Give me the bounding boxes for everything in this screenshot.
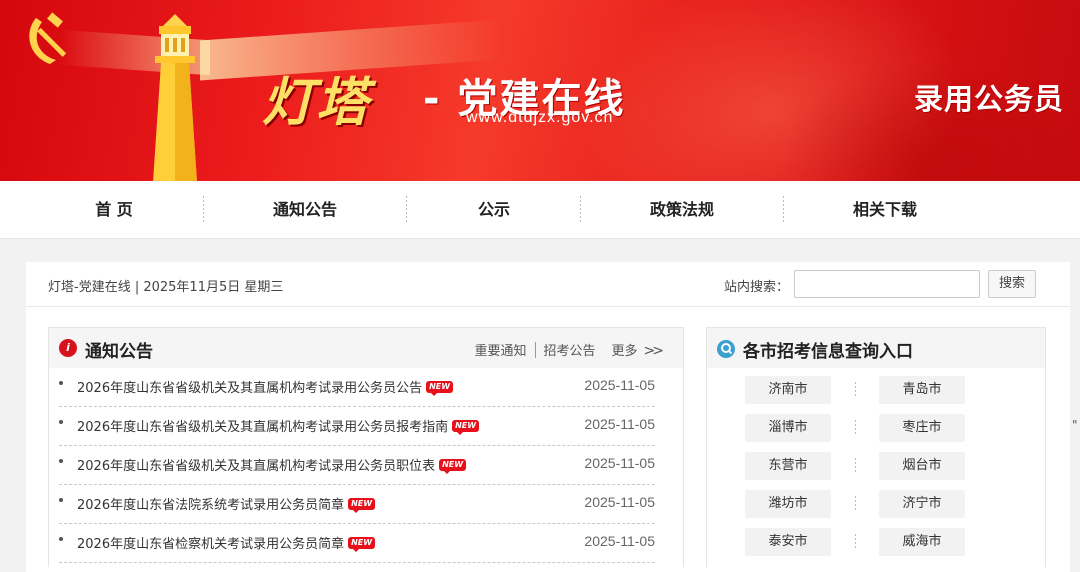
- bullet-icon: [59, 420, 63, 424]
- city-portal-title: 各市招考信息查询入口: [743, 342, 913, 362]
- city-grid: 济南市 青岛市 淄博市 枣庄市 东营市 烟台市 潍坊市 济宁市 泰安市 威海市: [707, 368, 1045, 558]
- list-item[interactable]: 2026年度山东省省级机关及其直属机构考试录用公务员公告 NEW 2025-11-…: [59, 368, 655, 407]
- main-nav: 首 页 通知公告 公示 政策法规 相关下载: [0, 181, 1080, 239]
- item-date: 2025-11-05: [584, 455, 655, 471]
- notice-title: 通知公告: [85, 342, 153, 362]
- item-date: 2025-11-05: [584, 533, 655, 549]
- more-link[interactable]: 更多 >>: [612, 340, 665, 359]
- item-title: 2026年度山东省检察机关考试录用公务员简章 NEW: [77, 533, 376, 552]
- info-bar: 灯塔-党建在线 | 2025年11月5日 星期三 站内搜索： 搜索: [26, 262, 1070, 307]
- new-badge: NEW: [348, 498, 376, 513]
- notice-icon: i: [59, 339, 77, 357]
- new-badge: NEW: [426, 381, 454, 396]
- city-divider: [855, 458, 856, 474]
- city-button-yantai[interactable]: 烟台市: [879, 452, 965, 480]
- city-button-dongying[interactable]: 东营市: [745, 452, 831, 480]
- section-title: 录用公务员: [913, 82, 1064, 116]
- item-title: 2026年度山东省法院系统考试录用公务员简章 NEW: [77, 494, 376, 513]
- nav-divider: [580, 196, 581, 224]
- city-divider: [855, 496, 856, 512]
- city-divider: [855, 534, 856, 550]
- site-url: www.dtdjzx.gov.cn: [466, 109, 614, 126]
- item-date: 2025-11-05: [584, 494, 655, 510]
- content-panel: 灯塔-党建在线 | 2025年11月5日 星期三 站内搜索： 搜索 i 通知公告…: [26, 262, 1070, 572]
- nav-publicity[interactable]: 公示: [408, 181, 580, 239]
- item-title: 2026年度山东省省级机关及其直属机构考试录用公务员报考指南 NEW: [77, 416, 480, 435]
- nav-divider: [783, 196, 784, 224]
- edge-glyph: ": [1072, 418, 1078, 432]
- item-title: 2026年度山东省省级机关及其直属机构考试录用公务员职位表 NEW: [77, 455, 467, 474]
- notice-box: i 通知公告 重要通知 招考公告 更多 >> 2026年度山东省省级机关及其直属机…: [48, 327, 684, 567]
- site-date-text: 灯塔-党建在线 | 2025年11月5日 星期三: [48, 280, 284, 295]
- nav-divider: [203, 196, 204, 224]
- city-button-zibo[interactable]: 淄博市: [745, 414, 831, 442]
- item-title: 2026年度山东省省级机关及其直属机构考试录用公务员公告 NEW: [77, 377, 454, 396]
- link-divider: [534, 341, 536, 358]
- city-portal-header: 各市招考信息查询入口: [707, 328, 1045, 368]
- list-item[interactable]: 2026年度山东省检察机关考试录用公务员简章 NEW 2025-11-05: [59, 524, 655, 563]
- nav-divider: [406, 196, 407, 224]
- nav-notices[interactable]: 通知公告: [205, 181, 405, 239]
- notice-list: 2026年度山东省省级机关及其直属机构考试录用公务员公告 NEW 2025-11-…: [49, 368, 683, 563]
- new-badge: NEW: [348, 537, 376, 552]
- search-input[interactable]: [794, 270, 980, 298]
- link-important-notices[interactable]: 重要通知: [474, 340, 526, 359]
- city-row: 东营市 烟台市: [707, 444, 1045, 482]
- search-label: 站内搜索：: [724, 280, 790, 295]
- item-date: 2025-11-05: [584, 416, 655, 432]
- bullet-icon: [59, 498, 63, 502]
- list-item[interactable]: 2026年度山东省法院系统考试录用公务员简章 NEW 2025-11-05: [59, 485, 655, 524]
- city-button-qingdao[interactable]: 青岛市: [879, 376, 965, 404]
- city-button-jining[interactable]: 济宁市: [879, 490, 965, 518]
- city-row: 泰安市 威海市: [707, 520, 1045, 558]
- chevron-right-icon: >>: [643, 343, 665, 359]
- lighthouse-icon: [153, 14, 197, 181]
- notice-header: i 通知公告 重要通知 招考公告 更多 >>: [49, 328, 683, 368]
- new-badge: NEW: [452, 420, 480, 435]
- city-divider: [855, 420, 856, 436]
- nav-home[interactable]: 首 页: [14, 181, 214, 239]
- bullet-icon: [59, 381, 63, 385]
- header-banner: 灯塔 - 党建在线 www.dtdjzx.gov.cn 录用公务员: [0, 0, 1080, 181]
- city-button-jinan[interactable]: 济南市: [745, 376, 831, 404]
- city-divider: [855, 382, 856, 398]
- item-date: 2025-11-05: [584, 377, 655, 393]
- city-row: 淄博市 枣庄市: [707, 406, 1045, 444]
- logo-lighthouse-text: 灯塔: [262, 72, 371, 133]
- search-button[interactable]: 搜索: [988, 270, 1036, 298]
- list-item[interactable]: 2026年度山东省省级机关及其直属机构考试录用公务员报考指南 NEW 2025-1…: [59, 407, 655, 446]
- city-button-zaozhuang[interactable]: 枣庄市: [879, 414, 965, 442]
- link-recruitment-notices[interactable]: 招考公告: [544, 340, 596, 359]
- city-portal-box: 各市招考信息查询入口 济南市 青岛市 淄博市 枣庄市 东营市 烟台市 潍坊市 济…: [706, 327, 1046, 567]
- hammer-sickle-icon: [29, 12, 67, 64]
- new-badge: NEW: [439, 459, 467, 474]
- nav-downloads[interactable]: 相关下载: [785, 181, 985, 239]
- notice-links: 重要通知 招考公告 更多 >>: [474, 340, 665, 359]
- city-button-weifang[interactable]: 潍坊市: [745, 490, 831, 518]
- city-row: 济南市 青岛市: [707, 368, 1045, 406]
- city-button-taian[interactable]: 泰安市: [745, 528, 831, 556]
- bullet-icon: [59, 459, 63, 463]
- search-icon: [717, 340, 735, 358]
- list-item[interactable]: 2026年度山东省省级机关及其直属机构考试录用公务员职位表 NEW 2025-11…: [59, 446, 655, 485]
- nav-policies[interactable]: 政策法规: [582, 181, 782, 239]
- city-row: 潍坊市 济宁市: [707, 482, 1045, 520]
- bullet-icon: [59, 537, 63, 541]
- city-button-weihai[interactable]: 威海市: [879, 528, 965, 556]
